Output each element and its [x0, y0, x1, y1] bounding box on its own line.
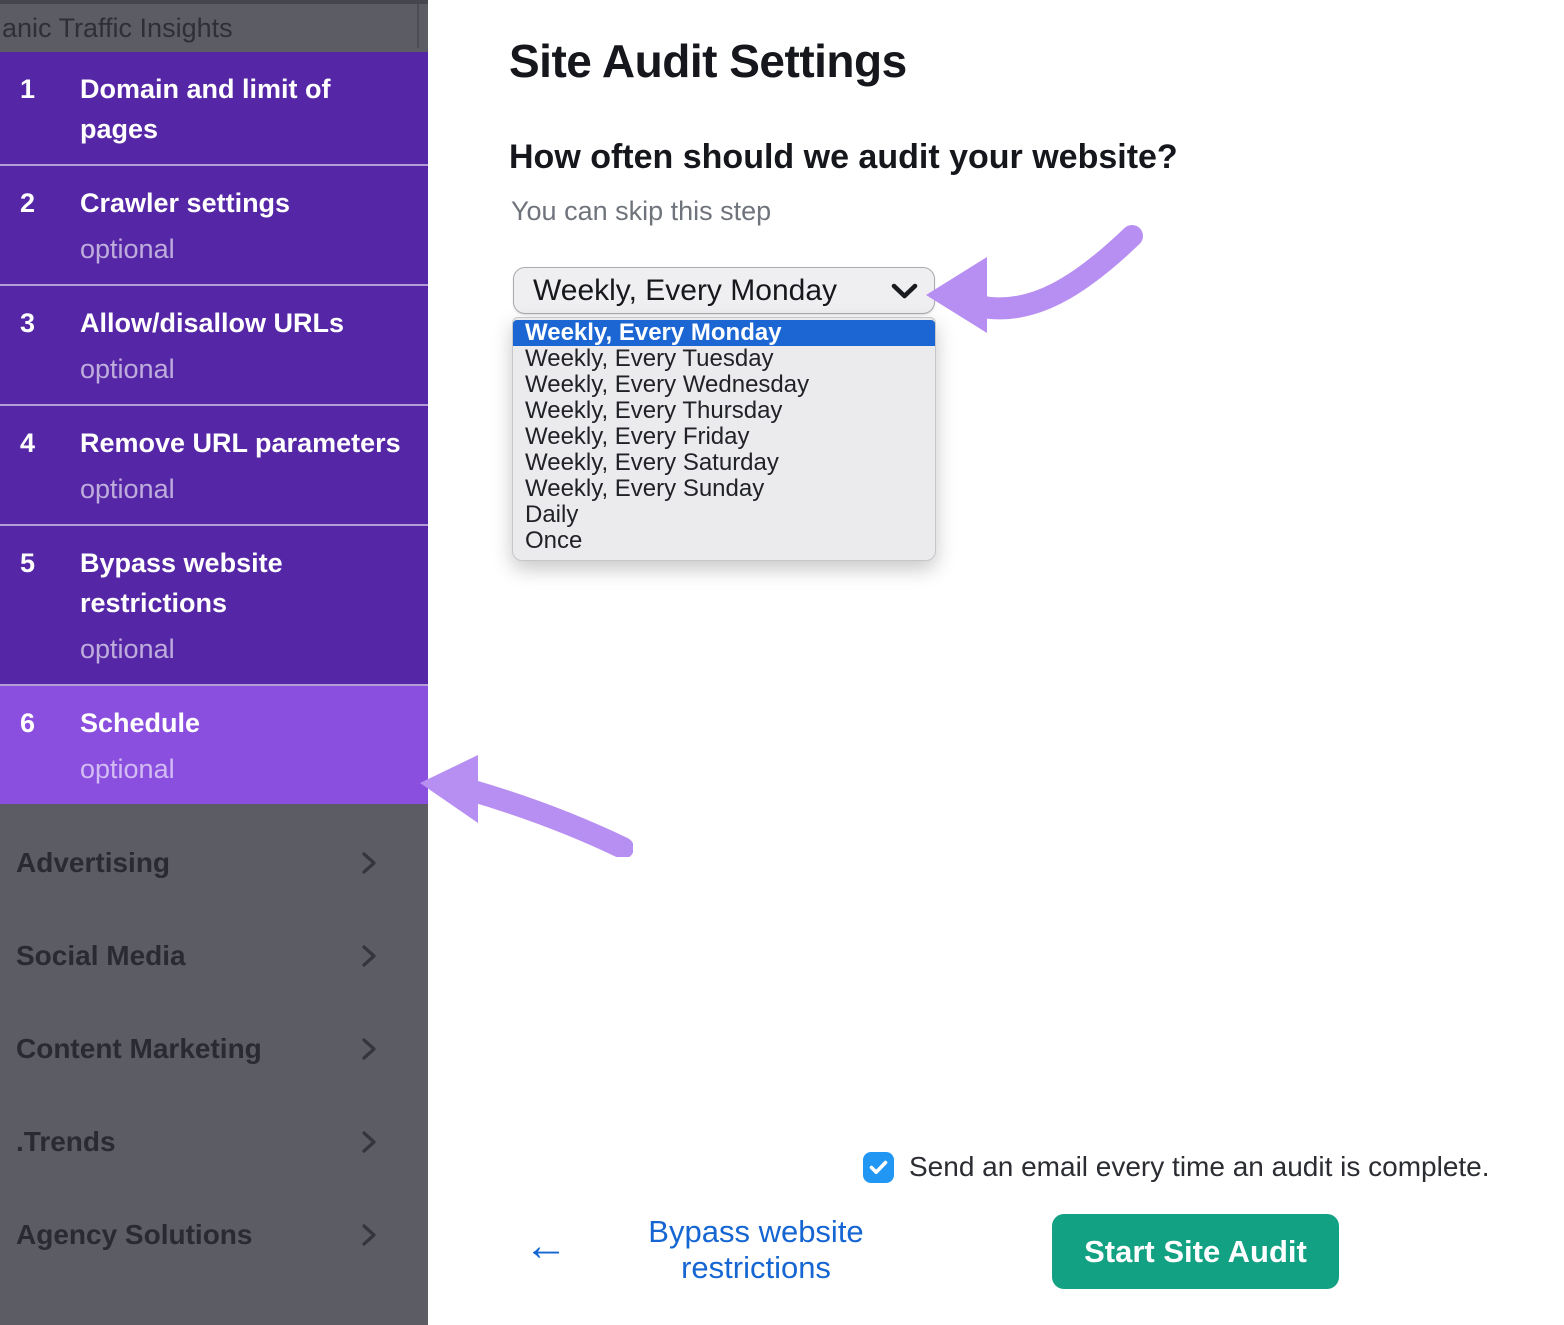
step-label: Crawler settings: [80, 181, 408, 223]
start-site-audit-button[interactable]: Start Site Audit: [1052, 1214, 1339, 1289]
chevron-right-icon: [358, 1131, 380, 1153]
dropdown-option[interactable]: Once: [513, 528, 935, 554]
email-checkbox[interactable]: [863, 1152, 894, 1183]
step-crawler-settings[interactable]: 2 Crawler settings optional: [0, 166, 428, 286]
menu-label: Content Marketing: [16, 1033, 262, 1065]
dropdown-option[interactable]: Weekly, Every Wednesday: [513, 372, 935, 398]
sidebar-item-content-marketing[interactable]: Content Marketing: [0, 1002, 428, 1095]
step-number: 5: [20, 541, 80, 669]
chevron-right-icon: [358, 1224, 380, 1246]
chevron-right-icon: [358, 945, 380, 967]
bypass-restrictions-link[interactable]: Bypass website restrictions: [598, 1214, 914, 1286]
menu-label: Advertising: [16, 847, 170, 879]
checkmark-icon: [869, 1160, 888, 1175]
step-number: 2: [20, 181, 80, 269]
step-domain-and-limit[interactable]: 1 Domain and limit of pages: [0, 52, 428, 166]
sidebar-item-agency-solutions[interactable]: Agency Solutions: [0, 1188, 428, 1281]
email-notification-row: Send an email every time an audit is com…: [863, 1151, 1490, 1183]
dropdown-option[interactable]: Weekly, Every Friday: [513, 424, 935, 450]
step-optional-tag: optional: [80, 629, 408, 669]
annotation-arrow-to-schedule-step: [418, 742, 633, 857]
dropdown-option[interactable]: Weekly, Every Saturday: [513, 450, 935, 476]
skip-hint: You can skip this step: [511, 196, 771, 227]
step-number: 4: [20, 421, 80, 509]
dropdown-option[interactable]: Weekly, Every Sunday: [513, 476, 935, 502]
menu-label: Social Media: [16, 940, 186, 972]
audit-frequency-dropdown: Weekly, Every Monday Weekly, Every Tuesd…: [512, 317, 936, 561]
step-optional-tag: optional: [80, 349, 408, 389]
step-label: Bypass website restrictions: [80, 541, 408, 623]
sidebar-item-advertising[interactable]: Advertising: [0, 816, 428, 909]
sidebar-header-label: anic Traffic Insights: [2, 13, 233, 44]
sidebar-header: anic Traffic Insights: [0, 0, 428, 52]
menu-label: Agency Solutions: [16, 1219, 252, 1251]
chevron-down-icon: [891, 282, 918, 300]
chevron-right-icon: [358, 852, 380, 874]
annotation-arrow-to-dropdown: [920, 212, 1150, 342]
step-bypass-website-restrictions[interactable]: 5 Bypass website restrictions optional: [0, 526, 428, 686]
audit-frequency-select[interactable]: Weekly, Every Monday: [513, 267, 935, 314]
step-optional-tag: optional: [80, 749, 408, 789]
step-label: Domain and limit of pages: [80, 67, 408, 149]
step-remove-url-parameters[interactable]: 4 Remove URL parameters optional: [0, 406, 428, 526]
email-checkbox-label: Send an email every time an audit is com…: [909, 1151, 1490, 1183]
step-number: 1: [20, 67, 80, 149]
sidebar-item-trends[interactable]: .Trends: [0, 1095, 428, 1188]
dropdown-option[interactable]: Daily: [513, 502, 935, 528]
wizard-steps: 1 Domain and limit of pages 2 Crawler se…: [0, 52, 428, 804]
step-number: 6: [20, 701, 80, 789]
step-label: Schedule: [80, 701, 408, 743]
sidebar-menu: Advertising Social Media Content Marketi…: [0, 804, 428, 1281]
step-optional-tag: optional: [80, 469, 408, 509]
step-label: Allow/disallow URLs: [80, 301, 408, 343]
dropdown-option[interactable]: Weekly, Every Monday: [513, 320, 935, 346]
back-arrow-button[interactable]: ←: [524, 1224, 568, 1268]
sidebar: anic Traffic Insights 1 Domain and limit…: [0, 0, 428, 1325]
step-schedule[interactable]: 6 Schedule optional: [0, 686, 428, 804]
menu-label: .Trends: [16, 1126, 116, 1158]
dropdown-option[interactable]: Weekly, Every Thursday: [513, 398, 935, 424]
step-label: Remove URL parameters: [80, 421, 408, 463]
select-value: Weekly, Every Monday: [533, 274, 837, 308]
dropdown-option[interactable]: Weekly, Every Tuesday: [513, 346, 935, 372]
step-number: 3: [20, 301, 80, 389]
step-allow-disallow-urls[interactable]: 3 Allow/disallow URLs optional: [0, 286, 428, 406]
chevron-right-icon: [358, 1038, 380, 1060]
step-optional-tag: optional: [80, 229, 408, 269]
question-heading: How often should we audit your website?: [509, 138, 1178, 177]
sidebar-item-social-media[interactable]: Social Media: [0, 909, 428, 1002]
page-title: Site Audit Settings: [509, 34, 907, 88]
